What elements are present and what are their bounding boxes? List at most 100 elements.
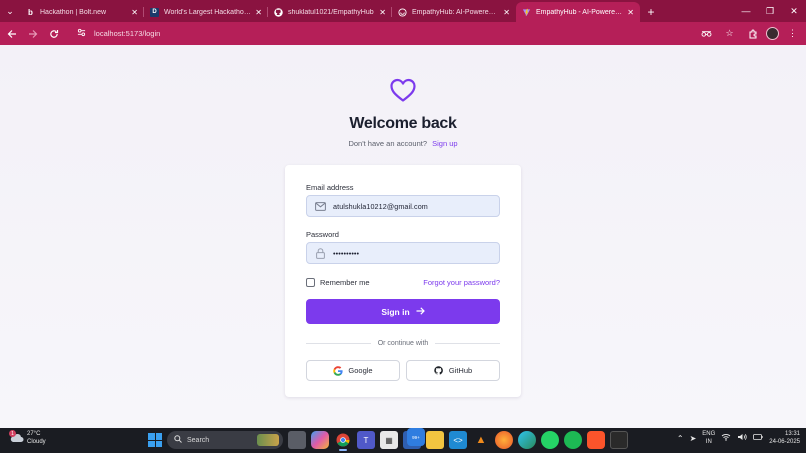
chevron-up-icon[interactable]: ⌃ <box>677 434 684 443</box>
email-field[interactable]: atulshukla10212@gmail.com <box>306 195 500 217</box>
close-window-button[interactable]: ✕ <box>782 0 806 22</box>
lock-icon <box>315 247 326 259</box>
tab-github-repo[interactable]: shuklatul1021/EmpathyHub ✕ <box>268 2 392 22</box>
clock-time: 13:31 <box>784 431 800 437</box>
extensions-icon[interactable] <box>743 24 762 43</box>
tab-hackathon-bolt[interactable]: b Hackathon | Bolt.new ✕ <box>20 2 144 22</box>
language-indicator[interactable]: ENG IN <box>702 430 715 446</box>
divider-line <box>306 342 371 344</box>
address-bar[interactable]: localhost:5173/login <box>69 25 669 42</box>
reload-button[interactable] <box>44 24 63 43</box>
start-button[interactable] <box>148 433 162 447</box>
sign-in-button[interactable]: Sign in <box>306 299 500 324</box>
incognito-key-icon[interactable] <box>697 24 716 43</box>
bookmark-star-icon[interactable]: ☆ <box>720 24 739 43</box>
divider-line <box>435 342 500 344</box>
arrow-right-icon <box>416 306 425 317</box>
region-code: IN <box>705 439 712 445</box>
spotify-icon[interactable] <box>564 431 582 449</box>
profile-avatar[interactable] <box>766 27 779 40</box>
windows-logo-pane <box>155 440 162 447</box>
search-placeholder: Search <box>187 436 210 444</box>
forward-button[interactable] <box>23 24 42 43</box>
tab-empathyhub-active[interactable]: EmpathyHub - AI-Powered Pee ✕ <box>516 2 640 22</box>
close-tab-icon[interactable]: ✕ <box>379 8 386 17</box>
vscode-icon[interactable]: <> <box>449 431 467 449</box>
vlc-icon[interactable]: ▲ <box>472 431 490 449</box>
page-title: Welcome back <box>349 115 457 132</box>
file-explorer-icon[interactable] <box>426 431 444 449</box>
terminal-icon[interactable] <box>610 431 628 449</box>
task-view-icon[interactable] <box>288 431 306 449</box>
taskbar-search[interactable]: Search <box>167 431 283 449</box>
microsoft-store-icon[interactable]: ▦ <box>380 431 398 449</box>
wifi-icon[interactable] <box>721 433 731 443</box>
close-tab-icon[interactable]: ✕ <box>255 8 262 17</box>
windows-logo-pane <box>155 433 162 440</box>
send-icon[interactable]: ➤ <box>690 434 697 443</box>
divider: Or continue with <box>306 338 500 348</box>
email-label: Email address <box>306 183 354 192</box>
chrome-icon[interactable] <box>334 431 352 451</box>
edge-icon[interactable] <box>518 431 536 449</box>
signup-prompt: Don't have an account? Sign up <box>0 139 806 148</box>
signup-link[interactable]: Sign up <box>432 139 457 148</box>
language-code: ENG <box>702 431 716 437</box>
remember-me-checkbox[interactable]: Remember me <box>306 277 370 287</box>
github-label: GitHub <box>448 366 473 375</box>
arrow-left-icon <box>7 29 16 38</box>
password-label: Password <box>306 230 339 239</box>
close-tab-icon[interactable]: ✕ <box>131 8 138 17</box>
password-field[interactable]: •••••••••• <box>306 242 500 264</box>
brave-icon[interactable] <box>587 431 605 449</box>
forgot-password-link[interactable]: Forgot your password? <box>423 278 500 287</box>
teams-icon[interactable]: T <box>357 431 375 449</box>
minimize-button[interactable]: — <box>734 0 758 22</box>
vite-icon <box>522 8 531 17</box>
toolbar-actions: ☆ ⋮ <box>697 24 802 43</box>
google-button[interactable]: Google <box>306 360 400 381</box>
weather-widget[interactable]: 1 27°C Cloudy <box>9 430 46 446</box>
tab-title: Hackathon | Bolt.new <box>40 8 107 16</box>
options-row: Remember me Forgot your password? <box>306 276 500 288</box>
firefox-icon[interactable] <box>495 431 513 449</box>
sign-in-label: Sign in <box>381 306 410 317</box>
tab-title: World's Largest Hackathon pre <box>164 8 252 16</box>
whatsapp-icon[interactable] <box>541 431 559 449</box>
close-tab-icon[interactable]: ✕ <box>503 8 510 17</box>
browser-toolbar: localhost:5173/login ☆ ⋮ <box>0 22 806 45</box>
site-info-icon[interactable] <box>77 28 86 39</box>
speaker-icon[interactable] <box>737 433 747 443</box>
windows-logo-pane <box>148 433 155 440</box>
close-tab-icon[interactable]: ✕ <box>627 8 634 17</box>
more-menu-icon[interactable]: ⋮ <box>783 24 802 43</box>
notification-badge: 99+ <box>407 428 425 446</box>
tab-empathyhub-bolt[interactable]: EmpathyHub: AI-Powered Peer ✕ <box>392 2 516 22</box>
weather-condition: Cloudy <box>27 439 46 445</box>
tab-title: EmpathyHub: AI-Powered Peer <box>412 8 500 16</box>
tab-title: EmpathyHub - AI-Powered Pee <box>536 8 623 16</box>
pinned-apps: T ▦ 99+ <> ▲ <box>288 428 628 451</box>
cloud-icon: 1 <box>9 430 25 446</box>
notifications-app-icon[interactable]: 99+ <box>403 428 425 449</box>
devpost-favicon-icon: D <box>150 7 159 17</box>
tab-worlds-largest-hackathon[interactable]: D World's Largest Hackathon pre ✕ <box>144 2 268 22</box>
new-tab-button[interactable]: + <box>640 2 662 22</box>
clock[interactable]: 13:31 24-06-2025 <box>769 430 800 446</box>
checkbox-box[interactable] <box>306 277 315 287</box>
copilot-icon[interactable] <box>311 431 329 449</box>
restore-button[interactable]: ❐ <box>758 0 782 22</box>
password-value: •••••••••• <box>333 248 360 258</box>
tab-search-button[interactable]: ⌄ <box>0 0 20 22</box>
weather-badge: 1 <box>9 430 16 437</box>
search-icon <box>174 435 182 445</box>
github-button[interactable]: GitHub <box>406 360 500 381</box>
back-button[interactable] <box>2 24 21 43</box>
login-page: Welcome back Don't have an account? Sign… <box>0 45 806 428</box>
signup-prompt-text: Don't have an account? <box>348 139 428 148</box>
bolt-favicon-icon: b <box>28 7 33 17</box>
google-icon <box>333 365 344 376</box>
battery-icon[interactable] <box>753 433 763 443</box>
clock-date: 24-06-2025 <box>769 439 800 445</box>
window-controls: — ❐ ✕ <box>734 0 806 22</box>
